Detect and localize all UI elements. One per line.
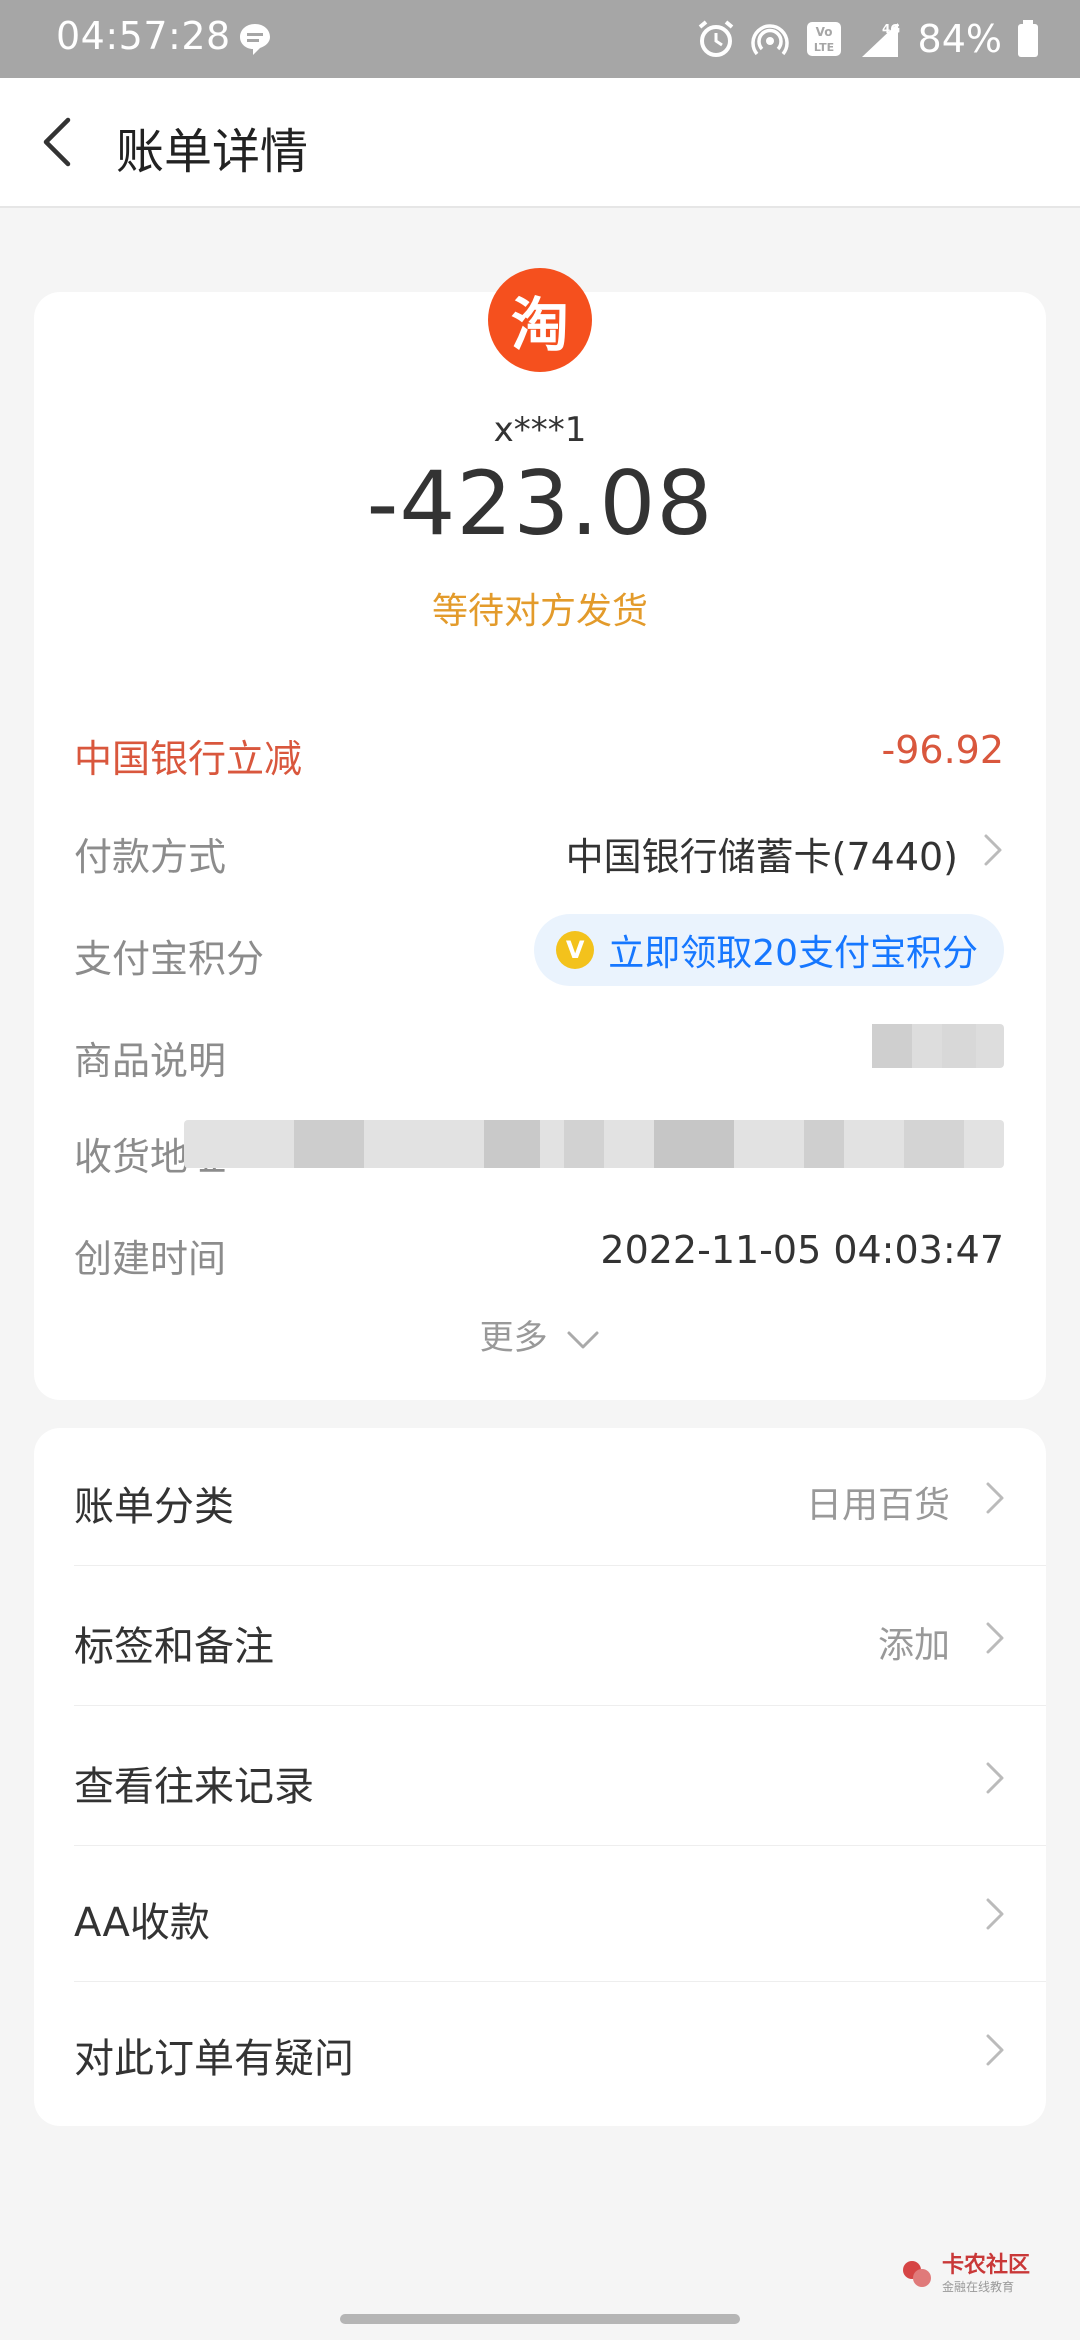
watermark-subtext: 金融在线教育	[942, 2280, 1015, 2294]
tags-notes-label: 标签和备注	[74, 1624, 274, 1670]
home-indicator[interactable]	[340, 2314, 740, 2324]
page-title: 账单详情	[116, 124, 309, 180]
tags-notes-item[interactable]: 标签和备注 添加	[34, 1568, 1046, 1706]
navigation-header: 账单详情	[0, 78, 1080, 208]
order-status: 等待对方发货	[431, 591, 648, 632]
discount-value: -96.92	[881, 728, 1005, 772]
taobao-logo-icon: 淘	[488, 268, 592, 372]
bill-summary-card: 淘 x***1 -423.08 等待对方发货 中国银行立减 -96.92 付款方…	[34, 268, 1046, 1400]
kanong-logo-icon	[903, 2260, 931, 2287]
svg-text:Vo: Vo	[815, 25, 832, 39]
chevron-right-icon	[986, 1482, 1004, 1514]
back-arrow-icon[interactable]	[38, 116, 78, 168]
created-time-label: 创建时间	[74, 1237, 227, 1281]
product-description-label: 商品说明	[74, 1039, 227, 1083]
payment-method-value: 中国银行储蓄卡(7440)	[565, 835, 958, 879]
more-toggle[interactable]: 更多	[34, 1310, 1046, 1359]
transaction-amount: -423.08	[366, 452, 714, 555]
more-label: 更多	[479, 1318, 548, 1358]
points-label: 支付宝积分	[74, 937, 265, 981]
chevron-right-icon	[984, 834, 1002, 866]
discount-label: 中国银行立减	[74, 737, 303, 781]
volte-icon: Vo LTE	[806, 22, 841, 56]
chevron-right-icon	[986, 1762, 1004, 1794]
created-time-row: 创建时间 2022-11-05 04:03:47	[74, 1222, 1004, 1282]
alarm-icon	[698, 20, 733, 57]
message-notification-icon	[240, 24, 270, 55]
aa-collection-item[interactable]: AA收款	[34, 1844, 1046, 1982]
bill-category-value: 日用百货	[805, 1485, 950, 1526]
signal-4g-icon: 4G	[861, 22, 900, 57]
kanong-watermark: 卡农社区 金融在线教育	[900, 2254, 1030, 2295]
tags-notes-value: 添加	[877, 1625, 950, 1666]
divider	[74, 1565, 1046, 1566]
transaction-history-item[interactable]: 查看往来记录	[34, 1708, 1046, 1846]
coin-icon: V	[556, 931, 595, 969]
discount-row: 中国银行立减 -96.92	[74, 722, 1004, 782]
created-time-value: 2022-11-05 04:03:47	[600, 1228, 1004, 1272]
transaction-history-label: 查看往来记录	[74, 1764, 314, 1810]
payment-method-row[interactable]: 付款方式 中国银行储蓄卡(7440)	[74, 820, 1004, 880]
chevron-right-icon	[986, 1622, 1004, 1654]
claim-points-button[interactable]: V 立即领取20支付宝积分	[534, 914, 1004, 986]
chevron-right-icon	[986, 1898, 1004, 1930]
order-question-item[interactable]: 对此订单有疑问	[34, 1980, 1046, 2118]
bill-category-label: 账单分类	[74, 1484, 234, 1530]
payment-method-label: 付款方式	[74, 835, 227, 879]
watermark-text: 卡农社区	[942, 2253, 1031, 2278]
status-time: 04:57:28	[56, 14, 231, 58]
redacted-product-description	[872, 1024, 1004, 1068]
svg-text:4G: 4G	[882, 22, 900, 36]
shipping-address-row: 收货地址	[74, 1120, 1004, 1180]
chevron-right-icon	[986, 2034, 1004, 2066]
battery-icon	[1018, 20, 1038, 57]
bill-category-item[interactable]: 账单分类 日用百货	[34, 1428, 1046, 1566]
order-question-label: 对此订单有疑问	[74, 2036, 354, 2082]
points-row: 支付宝积分 V 立即领取20支付宝积分	[74, 914, 1004, 986]
aa-collection-label: AA收款	[74, 1900, 210, 1946]
product-description-row: 商品说明	[74, 1024, 1004, 1084]
chevron-down-icon	[567, 1331, 599, 1348]
hotspot-icon	[750, 24, 789, 56]
battery-percentage: 84%	[917, 17, 1002, 61]
redacted-shipping-address	[184, 1120, 1004, 1168]
svg-text:LTE: LTE	[813, 41, 833, 54]
merchant-name: x***1	[493, 410, 587, 450]
divider	[74, 1705, 1046, 1706]
claim-points-text: 立即领取20支付宝积分	[608, 933, 978, 974]
bill-actions-card: 账单分类 日用百货 标签和备注 添加 查看往来记录 AA收款 对此订单有疑问	[34, 1428, 1046, 2126]
status-bar: 04:57:28 Vo LTE 4G 84%	[0, 0, 1080, 78]
